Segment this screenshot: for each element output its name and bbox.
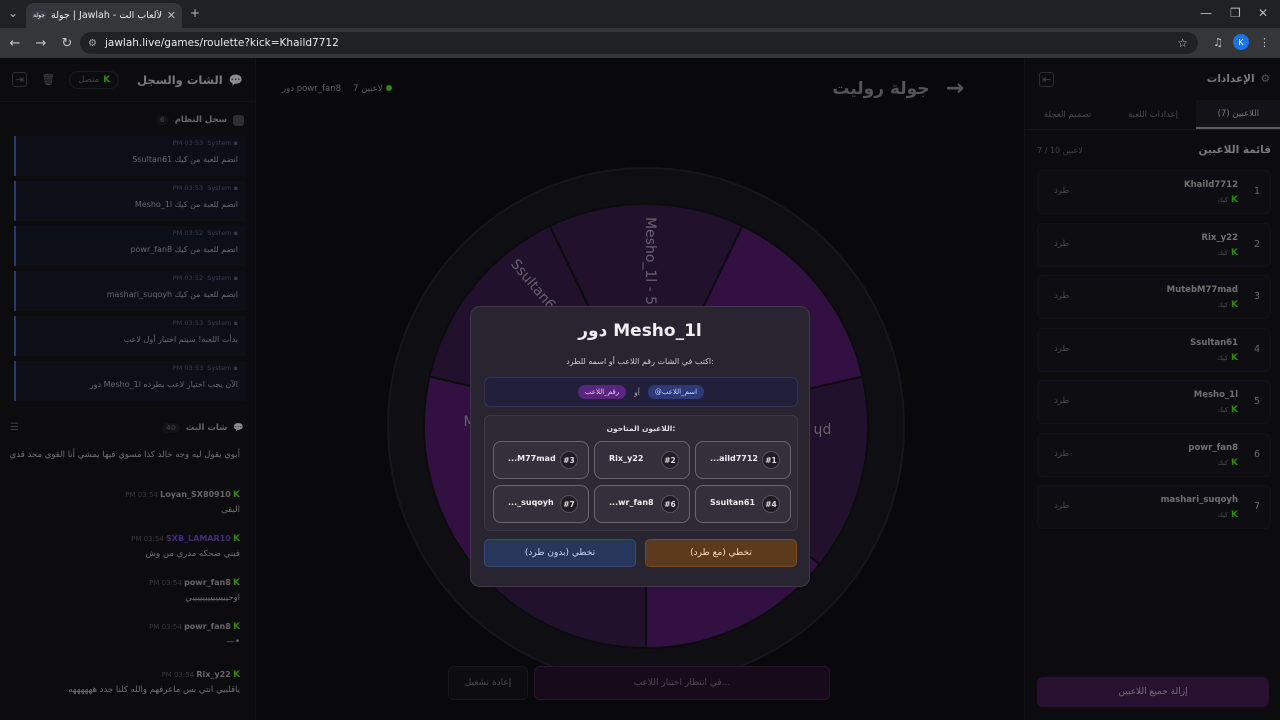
- tab-title: جولة | Jawlah - منصة الألعاب الت...: [51, 10, 162, 21]
- minimize-icon[interactable]: —: [1200, 6, 1212, 20]
- app: ⇥ 🗑 متصل K الشات والسجل 💬 6 سجل النظام PM …: [0, 58, 1280, 720]
- menu-kebab-icon[interactable]: ⋮: [1259, 36, 1270, 49]
- candidate-number: #3: [560, 451, 578, 469]
- media-icon[interactable]: ♫: [1213, 36, 1223, 49]
- tab-close-icon[interactable]: ✕: [167, 9, 176, 22]
- modal-subtitle: اكتب في الشات رقم اللاعب أو اسمه للطرد:: [566, 357, 714, 366]
- candidate-number: #1: [762, 451, 780, 469]
- tab-search-icon[interactable]: ⌄: [8, 6, 18, 20]
- candidate-button[interactable]: #2 Rix_y22: [594, 441, 690, 479]
- back-icon[interactable]: ←: [2, 36, 28, 51]
- profile-avatar[interactable]: K: [1233, 34, 1249, 50]
- restore-icon[interactable]: ❐: [1230, 6, 1241, 20]
- candidate-name: ...aild7712: [710, 454, 758, 463]
- candidates-title: اللاعبون المتاحون:: [606, 424, 676, 433]
- candidate-button[interactable]: #6 ...wr_fan8: [594, 485, 690, 523]
- skip-with-kick-button[interactable]: تخطي (مع طرد): [645, 539, 797, 567]
- candidate-button[interactable]: #1 ...aild7712: [695, 441, 791, 479]
- tab-favicon: جولة: [32, 11, 46, 20]
- candidate-name: Ssultan61: [710, 498, 756, 507]
- site-info-icon[interactable]: ⚙: [88, 38, 97, 49]
- kick-selection-modal: دور Mesho_1l اكتب في الشات رقم اللاعب أو…: [470, 306, 810, 587]
- forward-icon[interactable]: →: [28, 36, 54, 51]
- candidate-number: #2: [661, 451, 679, 469]
- command-hint: رقم_اللاعب أو @اسم_اللاعب: [484, 377, 798, 407]
- tab-strip: ⌄ جولة جولة | Jawlah - منصة الألعاب الت.…: [0, 0, 1280, 28]
- skip-without-kick-button[interactable]: تخطي (بدون طرد): [484, 539, 636, 567]
- url-text: jawlah.live/games/roulette?kick=Khaild77…: [104, 37, 339, 49]
- candidate-button[interactable]: #7 ..._suqoyh: [493, 485, 589, 523]
- candidates-box: اللاعبون المتاحون: #1 ...aild7712 #2 Rix_y2…: [484, 415, 798, 531]
- candidate-name: ...wr_fan8: [609, 498, 654, 507]
- candidate-name: Rix_y22: [609, 454, 644, 463]
- modal-title: دور Mesho_1l: [578, 321, 702, 341]
- reload-icon[interactable]: ↻: [54, 36, 80, 51]
- bookmark-star-icon[interactable]: ☆: [1177, 36, 1188, 50]
- candidate-name: ..._suqoyh: [508, 498, 554, 507]
- new-tab-icon[interactable]: +: [190, 6, 200, 20]
- hint-name-pill: @اسم_اللاعب: [647, 385, 705, 399]
- address-bar[interactable]: ⚙ jawlah.live/games/roulette?kick=Khaild…: [80, 32, 1198, 54]
- browser-chrome: ⌄ جولة جولة | Jawlah - منصة الألعاب الت.…: [0, 0, 1280, 58]
- candidate-button[interactable]: #4 Ssultan61: [695, 485, 791, 523]
- candidate-number: #4: [762, 495, 780, 513]
- hint-number-pill: رقم_اللاعب: [577, 385, 627, 399]
- browser-tab[interactable]: جولة جولة | Jawlah - منصة الألعاب الت...…: [26, 3, 182, 28]
- close-window-icon[interactable]: ✕: [1258, 6, 1268, 20]
- candidate-name: ...M77mad: [508, 454, 556, 463]
- hint-or: أو: [634, 387, 640, 397]
- candidate-number: #7: [560, 495, 578, 513]
- candidate-button[interactable]: #3 ...M77mad: [493, 441, 589, 479]
- browser-toolbar: ← → ↻ ⚙ jawlah.live/games/roulette?kick=…: [0, 28, 1280, 58]
- toolbar-right: ♫ K ⋮: [1213, 34, 1270, 50]
- candidate-number: #6: [661, 495, 679, 513]
